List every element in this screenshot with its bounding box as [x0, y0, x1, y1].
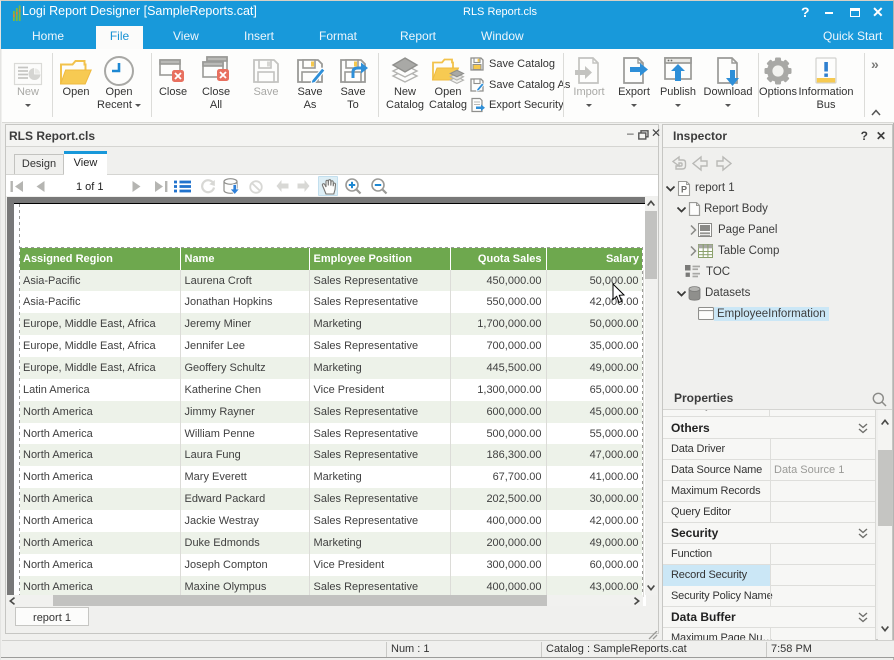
- svg-text:P: P: [681, 185, 687, 195]
